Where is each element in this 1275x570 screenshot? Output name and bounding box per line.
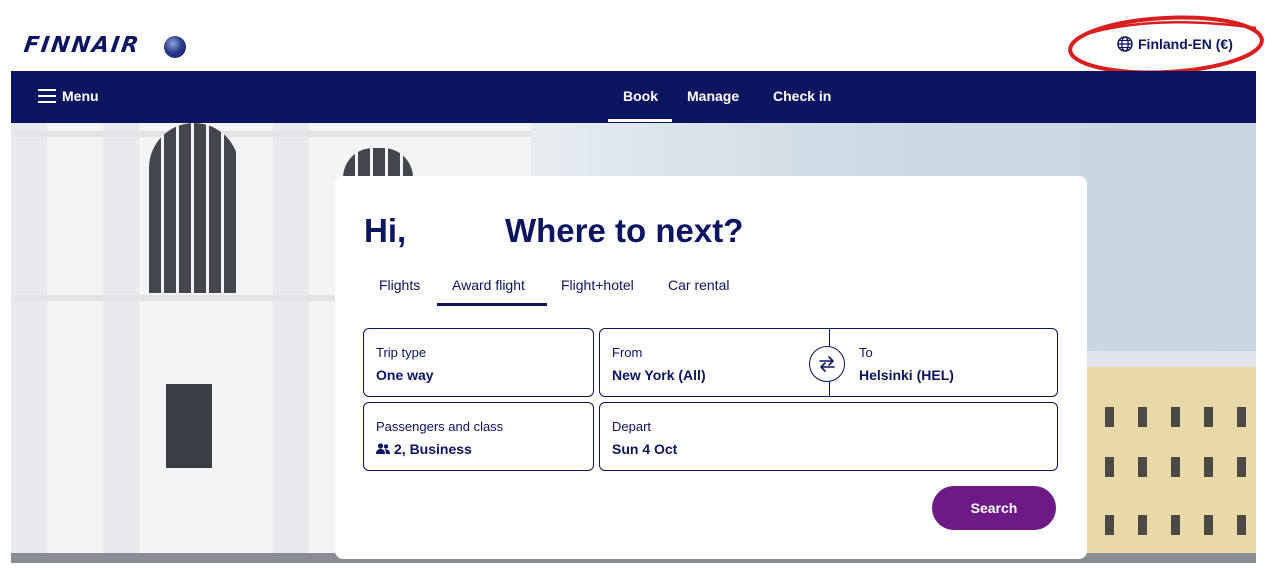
to-label: To: [859, 345, 873, 360]
route-field[interactable]: From New York (All) To Helsinki (HEL): [599, 328, 1058, 397]
nav-active-indicator: [608, 119, 672, 122]
depart-value: Sun 4 Oct: [612, 441, 678, 457]
from-label: From: [612, 345, 643, 360]
tab-car-rental[interactable]: Car rental: [668, 277, 729, 293]
menu-label: Menu: [62, 88, 99, 104]
nav-link-manage[interactable]: Manage: [687, 88, 739, 104]
oneworld-logo-icon: [164, 36, 186, 58]
swap-route-button[interactable]: [809, 346, 845, 382]
from-value: New York (All): [612, 367, 706, 383]
passengers-value: 2, Business: [394, 441, 472, 457]
search-button[interactable]: Search: [932, 486, 1056, 530]
hamburger-icon: [38, 89, 56, 103]
tab-flights[interactable]: Flights: [379, 277, 420, 293]
trip-type-label: Trip type: [376, 345, 427, 360]
booking-card: Hi, Where to next? Flights Award flight …: [335, 176, 1087, 559]
trip-type-value: One way: [376, 367, 434, 383]
tab-flight-hotel[interactable]: Flight+hotel: [561, 277, 634, 293]
trip-type-field[interactable]: Trip type One way: [363, 328, 594, 397]
page-headline: Where to next?: [505, 212, 744, 249]
menu-button[interactable]: Menu: [38, 88, 99, 104]
annotation-circle: [1068, 15, 1264, 75]
tab-award-flight[interactable]: Award flight: [452, 277, 525, 293]
depart-field[interactable]: Depart Sun 4 Oct: [599, 402, 1058, 471]
passengers-icon: [376, 443, 390, 454]
to-field[interactable]: To Helsinki (HEL): [859, 329, 1049, 397]
finnair-logo[interactable]: FINNAIR: [22, 33, 142, 58]
main-nav: Menu Book Manage Check in: [11, 71, 1256, 123]
passengers-field[interactable]: Passengers and class 2, Business: [363, 402, 594, 471]
yellow-building: [1083, 351, 1256, 563]
passengers-value-row: 2, Business: [376, 441, 472, 457]
top-bar: FINNAIR Finland-EN (€): [0, 0, 1275, 75]
depart-label: Depart: [612, 419, 652, 434]
nav-link-check-in[interactable]: Check in: [773, 88, 831, 104]
swap-arrows-icon: [819, 356, 835, 372]
passengers-label: Passengers and class: [376, 419, 504, 434]
to-value: Helsinki (HEL): [859, 367, 954, 383]
nav-link-book[interactable]: Book: [623, 88, 658, 104]
greeting: Hi,: [364, 212, 407, 249]
tab-active-indicator: [437, 303, 547, 306]
